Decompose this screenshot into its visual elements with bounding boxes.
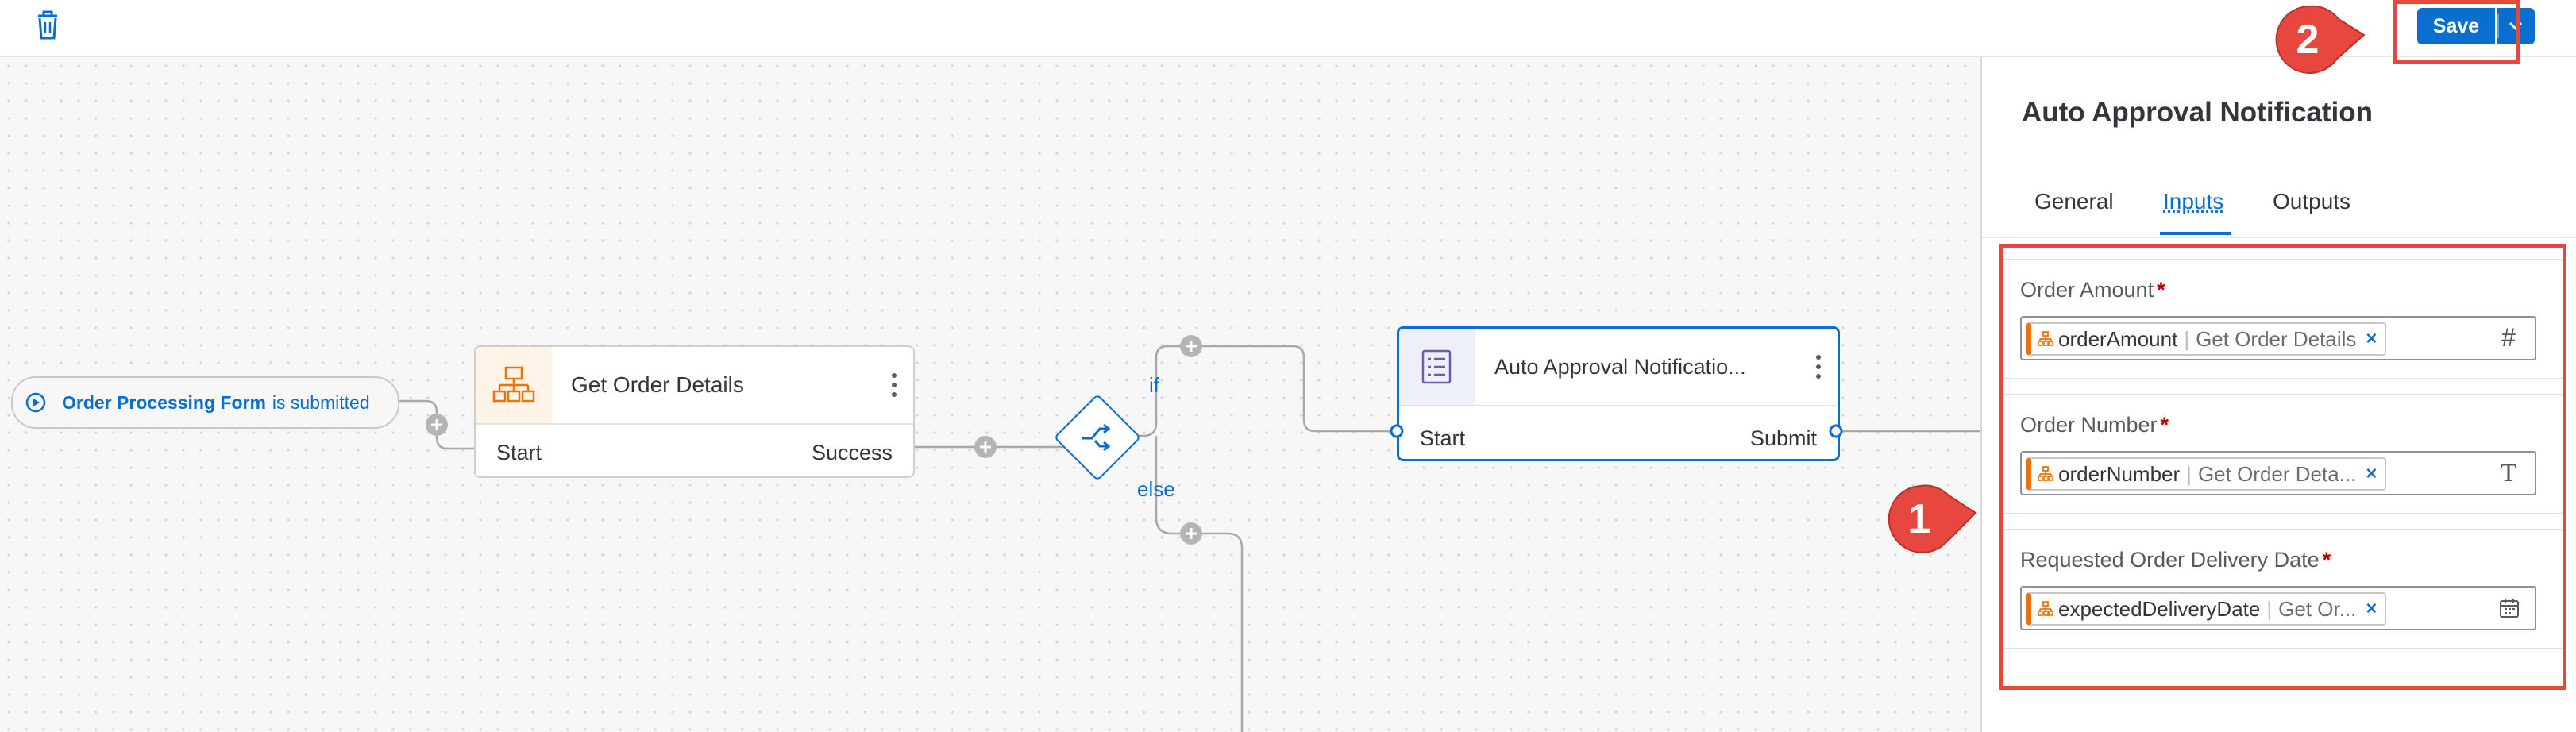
tab-general[interactable]: General xyxy=(2034,189,2114,214)
node-start-port: Start xyxy=(496,441,542,465)
callout-number: 1 xyxy=(1885,483,1953,556)
node-icon-box xyxy=(476,347,552,423)
node-icon-box xyxy=(1399,329,1475,405)
more-options-icon[interactable] xyxy=(1812,353,1825,381)
callout-number: 2 xyxy=(2273,3,2342,76)
connector-handle-right[interactable] xyxy=(1828,423,1844,439)
hierarchy-icon xyxy=(476,347,552,423)
trigger-suffix: is submitted xyxy=(272,392,370,414)
branch-icon xyxy=(1076,417,1116,457)
add-step-icon[interactable] xyxy=(974,436,997,458)
node-title: Auto Approval Notificatio... xyxy=(1494,329,1746,405)
trigger-form-name[interactable]: Order Processing Form xyxy=(62,392,266,414)
trigger-node[interactable]: Order Processing Form is submitted xyxy=(11,376,399,429)
active-tab-indicator xyxy=(2160,232,2231,235)
get-order-details-node[interactable]: Get Order Details Start Success xyxy=(474,345,915,478)
tab-inputs[interactable]: Inputs xyxy=(2163,189,2223,214)
more-options-icon[interactable] xyxy=(888,371,900,399)
node-submit-port: Submit xyxy=(1750,426,1817,451)
play-circle-icon xyxy=(25,392,46,413)
add-step-icon[interactable] xyxy=(426,414,448,436)
node-header: Get Order Details xyxy=(476,347,913,425)
save-highlight-box xyxy=(2393,0,2520,64)
add-step-icon[interactable] xyxy=(1180,522,1202,545)
form-icon xyxy=(1399,329,1475,405)
else-branch-label: else xyxy=(1137,477,1175,502)
tab-divider xyxy=(1982,237,2576,238)
tab-outputs[interactable]: Outputs xyxy=(2273,189,2350,214)
node-header: Auto Approval Notificatio... xyxy=(1399,329,1838,406)
node-success-port: Success xyxy=(812,441,893,465)
callout-badge-1: 1 xyxy=(1885,483,1977,556)
node-title: Get Order Details xyxy=(571,347,744,423)
panel-title: Auto Approval Notification xyxy=(2022,97,2373,129)
callout-badge-2: 2 xyxy=(2273,3,2366,76)
add-step-icon[interactable] xyxy=(1180,335,1202,357)
node-start-port: Start xyxy=(1420,426,1465,451)
if-branch-label: if xyxy=(1149,373,1159,398)
inputs-highlight-box xyxy=(1999,244,2566,690)
auto-approval-notification-node[interactable]: Auto Approval Notificatio... Start Submi… xyxy=(1397,326,1840,461)
connector-handle-left[interactable] xyxy=(1389,423,1405,439)
